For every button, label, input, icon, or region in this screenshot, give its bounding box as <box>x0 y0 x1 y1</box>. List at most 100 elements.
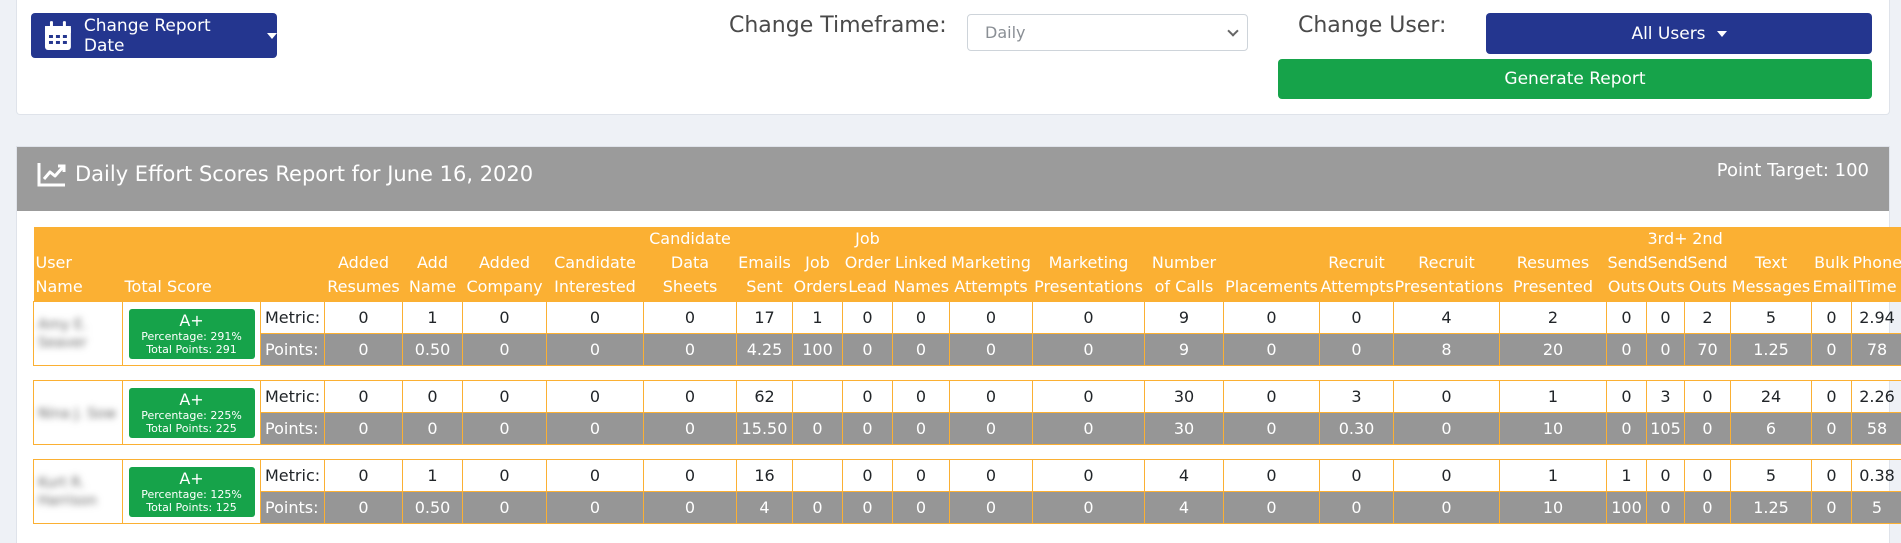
points-value: 4 <box>736 491 793 524</box>
metric-value: 9 <box>1144 301 1224 334</box>
column-header: Bulk Email <box>1811 227 1857 302</box>
metric-value: 0 <box>1032 301 1145 334</box>
points-value: 0 <box>1646 491 1685 524</box>
grade-grade: A+ <box>179 310 204 330</box>
table-header-row: User Name Total Score Added Resumes Add Nam… <box>33 227 1901 302</box>
points-value: 0 <box>462 491 547 524</box>
points-value: 70 <box>1684 333 1731 366</box>
metric-value: 0 <box>1032 459 1145 492</box>
user-name-cell[interactable]: Kurt R. Harrison <box>33 459 123 524</box>
column-header: Job Order Lead <box>842 227 893 302</box>
metric-value: 0 <box>949 380 1033 413</box>
points-value: 0 <box>643 491 737 524</box>
points-value: 105 <box>1646 412 1685 445</box>
timeframe-select[interactable]: Daily <box>967 14 1248 51</box>
row-spacer <box>33 444 1901 460</box>
points-value: 0 <box>949 491 1033 524</box>
metric-value: 2 <box>1684 301 1731 334</box>
column-header: Phone Time <box>1851 227 1901 302</box>
metric-value: 0 <box>1223 380 1320 413</box>
metric-value: 0 <box>1606 380 1647 413</box>
points-value: 0 <box>1811 412 1852 445</box>
calendar-icon <box>44 20 71 50</box>
metric-value: 5 <box>1730 459 1812 492</box>
report-card: Daily Effort Scores Report for June 16, … <box>16 146 1901 543</box>
points-value: 6 <box>1730 412 1812 445</box>
table-row-points: Points: 0 0 0 0 0 15.50 0 0 0 0 0 30 0 0.30 0 10 0 105 0 6 0 5… <box>34 412 1901 445</box>
chevron-down-icon <box>1227 25 1239 37</box>
metric-value: 0 <box>1319 459 1394 492</box>
table-row-metric: Kurt R. Harrison A+ Percentage: 125% Total … <box>33 459 1901 524</box>
metric-value: 0 <box>643 380 737 413</box>
metric-label: Metric: <box>260 459 325 492</box>
metric-value: 0 <box>462 380 547 413</box>
points-value: 0 <box>1684 412 1731 445</box>
metric-value: 30 <box>1144 380 1224 413</box>
metric-value: 0 <box>643 301 737 334</box>
table-row-points: Points: 0 0.50 0 0 0 4.25 100 0 0 0 0 9 0 0 8 20 0 0 70 1.25… <box>34 333 1901 366</box>
all-users-dropdown-button[interactable]: All Users <box>1486 13 1872 54</box>
grade-percentage: Percentage: 225% <box>141 408 242 422</box>
user-label: Change User: <box>1298 13 1447 38</box>
metric-value: 4 <box>1144 459 1224 492</box>
report-header: Daily Effort Scores Report for June 16, … <box>17 147 1889 211</box>
points-label: Points: <box>260 333 325 366</box>
column-header: Resumes Presented <box>1499 227 1607 302</box>
points-value: 8 <box>1393 333 1500 366</box>
metric-value: 0 <box>1223 301 1320 334</box>
table-row-metric: Amy E. Seaver A+ Percentage: 291% Total Poi… <box>33 301 1901 366</box>
generate-report-button[interactable]: Generate Report <box>1278 59 1872 99</box>
points-value: 0 <box>546 491 644 524</box>
metric-value: 0 <box>546 301 644 334</box>
metric-value: 0 <box>1393 380 1500 413</box>
metric-value: 3 <box>1319 380 1394 413</box>
metric-value: 1 <box>402 301 463 334</box>
points-value: 0 <box>842 491 893 524</box>
metric-value: 5 <box>1730 301 1812 334</box>
metric-value: 0 <box>1319 301 1394 334</box>
points-value: 0 <box>1393 412 1500 445</box>
metric-value: 17 <box>736 301 793 334</box>
points-value: 4 <box>1144 491 1224 524</box>
points-value: 0 <box>462 333 547 366</box>
metric-label: Metric: <box>260 380 325 413</box>
points-value: 100 <box>1606 491 1647 524</box>
column-header: Marketing Presentations <box>1032 227 1145 302</box>
grade-grade: A+ <box>179 389 204 409</box>
points-value: 5 <box>1851 491 1901 524</box>
metric-value: 0 <box>1606 301 1647 334</box>
points-value: 0 <box>1646 333 1685 366</box>
metric-value: 1 <box>1499 459 1607 492</box>
all-users-label: All Users <box>1631 23 1706 44</box>
user-name-cell[interactable]: Nina J. Sow <box>33 380 123 445</box>
column-header: Added Resumes <box>324 227 403 302</box>
timeframe-value: Daily <box>985 23 1026 42</box>
points-value: 0 <box>792 412 843 445</box>
points-value: 0 <box>462 412 547 445</box>
points-value: 0 <box>1606 412 1647 445</box>
metric-value: 24 <box>1730 380 1812 413</box>
points-value: 0 <box>842 412 893 445</box>
points-value: 58 <box>1851 412 1901 445</box>
metric-value: 1 <box>1499 380 1607 413</box>
metric-label: Metric: <box>260 301 325 334</box>
metric-value: 0 <box>1684 380 1731 413</box>
points-value: 0 <box>1032 333 1145 366</box>
column-header: Linked Names <box>892 227 950 302</box>
points-value: 0 <box>1223 333 1320 366</box>
row-spacer <box>33 365 1901 381</box>
points-value: 0 <box>1032 491 1145 524</box>
grade-total-points: Total Points: 125 <box>146 500 237 514</box>
change-report-date-label: Change Report Date <box>83 15 211 56</box>
user-name: Nina J. Sow <box>38 405 117 422</box>
points-label: Points: <box>260 491 325 524</box>
column-header: Marketing Attempts <box>949 227 1033 302</box>
metric-value: 0 <box>1646 459 1685 492</box>
points-value: 0 <box>1223 412 1320 445</box>
points-value: 0 <box>1223 491 1320 524</box>
metric-value: 0 <box>892 380 950 413</box>
metric-value: 0 <box>324 459 403 492</box>
change-report-date-button[interactable]: Change Report Date <box>31 13 277 58</box>
metric-value: 0 <box>1646 301 1685 334</box>
user-name-cell[interactable]: Amy E. Seaver <box>33 301 123 366</box>
